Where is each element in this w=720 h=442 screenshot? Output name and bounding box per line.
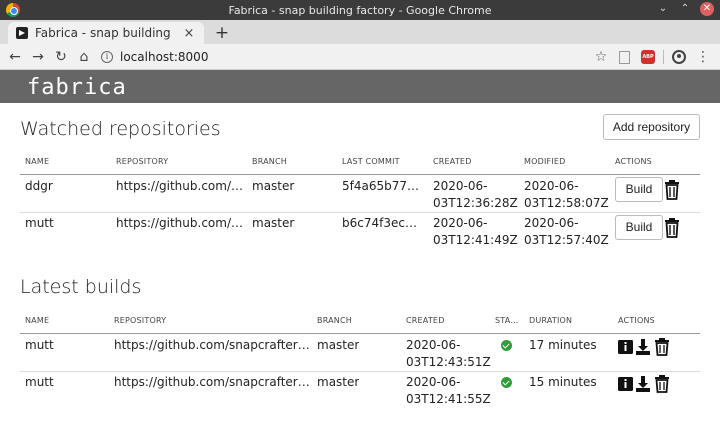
toolbar-separator: [663, 50, 664, 64]
repo-modified-date: 2020-06-: [524, 216, 579, 230]
col-repository: REPOSITORY: [116, 157, 169, 166]
info-icon[interactable]: [618, 340, 633, 354]
info-icon[interactable]: [618, 377, 633, 391]
window-title: Fabrica - snap building factory - Google…: [228, 3, 492, 17]
address-bar[interactable]: i localhost:8000: [101, 46, 609, 68]
tab-fabrica[interactable]: Fabrica - snap building ×: [8, 22, 204, 44]
maximize-icon[interactable]: ⌃: [678, 2, 692, 16]
add-repository-button[interactable]: Add repository: [603, 114, 700, 140]
repo-modified-time: 03T12:58:07Z: [524, 196, 609, 210]
tab-strip: Fabrica - snap building × +: [0, 20, 720, 44]
status-success-icon: [501, 377, 512, 388]
forward-icon[interactable]: →: [27, 46, 49, 68]
col-repository: REPOSITORY: [114, 316, 167, 325]
build-repo-link[interactable]: https://github.com/snapcrafters/mutt: [114, 374, 310, 391]
tab-close-icon[interactable]: ×: [182, 26, 196, 41]
repo-url-link[interactable]: https://github.com/snapcrafters/mutt: [116, 215, 244, 232]
extension-page-icon[interactable]: [619, 50, 630, 64]
col-status: STA…: [495, 316, 519, 325]
repo-modified-date: 2020-06-: [524, 179, 579, 193]
col-name: NAME: [25, 157, 50, 166]
build-actions: [618, 338, 669, 356]
latest-builds-title: Latest builds: [20, 276, 142, 298]
build-created-date: 2020-06-: [406, 338, 461, 352]
info-icon[interactable]: i: [101, 50, 113, 63]
repo-modified-time: 03T12:57:40Z: [524, 233, 609, 247]
repo-created-date: 2020-06-: [433, 179, 488, 193]
repo-last-commit: 5f4a65b77b6…: [342, 179, 424, 193]
build-button[interactable]: Build: [615, 177, 663, 202]
home-icon[interactable]: ⌂: [73, 46, 95, 68]
profile-avatar-icon[interactable]: [672, 50, 686, 64]
repo-branch: master: [252, 179, 295, 193]
minimize-icon[interactable]: ⌄: [656, 2, 670, 16]
trash-icon[interactable]: [655, 375, 669, 393]
build-branch: master: [317, 338, 360, 352]
build-name: mutt: [25, 338, 54, 352]
window-title-bar: Fabrica - snap building factory - Google…: [0, 0, 720, 20]
build-repo-link[interactable]: https://github.com/snapcrafters/mutt: [114, 337, 310, 354]
table-header-divider: [20, 174, 700, 175]
col-actions: ACTIONS: [618, 316, 655, 325]
repo-name: ddgr: [25, 179, 53, 193]
build-created-date: 2020-06-: [406, 375, 461, 389]
repo-created-date: 2020-06-: [433, 216, 488, 230]
favicon-icon: [16, 27, 28, 39]
build-name: mutt: [25, 375, 54, 389]
repo-created-time: 03T12:36:28Z: [433, 196, 518, 210]
app-header: fabrica: [0, 70, 720, 103]
repo-url-link[interactable]: https://github.com/snapcrafters/ddgr: [116, 178, 244, 195]
url-text[interactable]: localhost:8000: [120, 50, 208, 64]
download-icon[interactable]: [636, 339, 650, 355]
status-success-icon: [501, 340, 512, 351]
col-name: NAME: [25, 316, 50, 325]
trash-icon[interactable]: [664, 218, 680, 238]
col-last-commit: LAST COMMIT: [342, 157, 400, 166]
tab-title: Fabrica - snap building: [35, 26, 171, 40]
build-created-time: 03T12:43:51Z: [406, 355, 491, 369]
col-actions: ACTIONS: [615, 157, 652, 166]
col-modified: MODIFIED: [524, 157, 566, 166]
trash-icon[interactable]: [664, 180, 680, 200]
watched-repositories-title: Watched repositories: [20, 118, 221, 140]
build-branch: master: [317, 375, 360, 389]
col-duration: DURATION: [529, 316, 573, 325]
col-branch: BRANCH: [317, 316, 352, 325]
new-tab-button[interactable]: +: [212, 23, 232, 43]
row-divider: [20, 212, 700, 213]
repo-branch: master: [252, 216, 295, 230]
reload-icon[interactable]: ↻: [50, 46, 72, 68]
menu-kebab-icon[interactable]: ⋮: [694, 46, 712, 68]
chrome-icon: [6, 3, 20, 17]
col-branch: BRANCH: [252, 157, 287, 166]
repo-name: mutt: [25, 216, 54, 230]
bookmark-star-icon[interactable]: ☆: [592, 46, 610, 68]
row-divider: [20, 371, 700, 372]
col-created: CREATED: [433, 157, 472, 166]
build-button[interactable]: Build: [615, 215, 663, 240]
fabrica-logo[interactable]: fabrica: [27, 75, 127, 100]
col-created: CREATED: [406, 316, 445, 325]
close-icon[interactable]: ✕: [700, 2, 714, 16]
repo-created-time: 03T12:41:49Z: [433, 233, 518, 247]
build-duration: 17 minutes: [529, 338, 597, 352]
table-header-divider: [20, 333, 700, 334]
build-duration: 15 minutes: [529, 375, 597, 389]
adblock-icon[interactable]: ABP: [641, 50, 655, 64]
download-icon[interactable]: [636, 376, 650, 392]
browser-toolbar: ← → ↻ ⌂ i localhost:8000 ☆ ABP ⋮: [0, 44, 720, 70]
repo-last-commit: b6c74f3ec6e…: [342, 216, 424, 230]
build-actions: [618, 375, 669, 393]
back-icon[interactable]: ←: [4, 46, 26, 68]
window-controls: ⌄ ⌃ ✕: [656, 2, 714, 16]
trash-icon[interactable]: [655, 338, 669, 356]
build-created-time: 03T12:41:55Z: [406, 392, 491, 406]
